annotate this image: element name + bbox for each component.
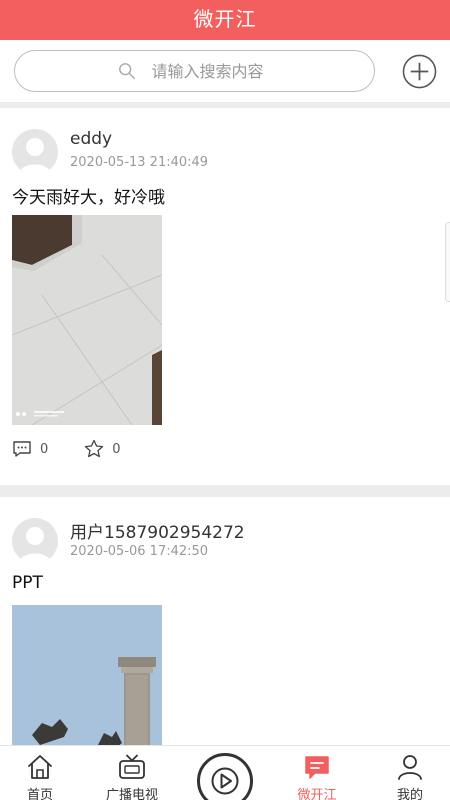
like-count: 0	[112, 441, 121, 457]
search-bar	[0, 40, 450, 102]
post-username[interactable]: 用户1587902954272	[70, 518, 245, 543]
tab-play-button[interactable]	[197, 753, 253, 800]
like-button[interactable]: 0	[84, 439, 121, 459]
message-icon	[305, 756, 329, 779]
post-image[interactable]	[12, 605, 162, 755]
post-time: 2020-05-06 17:42:50	[70, 544, 209, 559]
user-icon	[398, 755, 422, 780]
header-bar: 微开江	[0, 0, 450, 40]
avatar-placeholder-icon	[18, 138, 52, 175]
add-post-button[interactable]	[402, 54, 437, 89]
tab-home[interactable]: 首页	[5, 754, 75, 800]
search-icon	[118, 63, 135, 79]
avatar[interactable]	[12, 518, 58, 564]
post-actions: 0 0	[12, 439, 157, 459]
post-content: PPT	[12, 573, 43, 593]
play-icon	[211, 767, 239, 795]
tab-home-label: 首页	[26, 788, 53, 800]
comment-button[interactable]: 0	[12, 440, 48, 458]
post-content: 今天雨好大，好冷哦	[12, 188, 165, 208]
search-input[interactable]	[151, 61, 272, 81]
tv-icon	[119, 754, 145, 779]
tab-mine-label: 我的	[396, 788, 423, 800]
search-box[interactable]	[14, 50, 375, 92]
side-drawer-handle[interactable]	[445, 222, 450, 302]
tab-weikaijiang[interactable]: 微开江	[282, 754, 352, 800]
bottom-tab-bar: 首页 广播电视 微开江 我的	[0, 745, 450, 800]
comment-icon	[13, 441, 31, 457]
tab-broadcast-tv[interactable]: 广播电视	[97, 754, 167, 800]
post-image[interactable]	[12, 215, 162, 425]
star-icon	[85, 439, 104, 458]
tab-weikaijiang-label: 微开江	[297, 788, 337, 800]
post-username[interactable]: eddy	[70, 129, 112, 149]
avatar-placeholder-icon	[18, 527, 52, 564]
app-screen: 微开江 eddy 2020-05-13 21:40:49 今天雨好大，好冷哦	[0, 0, 450, 800]
monument-photo	[12, 605, 162, 755]
post-card[interactable]: eddy 2020-05-13 21:40:49 今天雨好大，好冷哦 0 0	[0, 108, 450, 485]
home-icon	[28, 755, 52, 779]
avatar[interactable]	[12, 129, 58, 175]
page-title: 微开江	[193, 6, 257, 31]
floor-photo	[12, 215, 162, 425]
tab-mine[interactable]: 我的	[375, 754, 445, 800]
post-time: 2020-05-13 21:40:49	[70, 155, 209, 170]
tab-broadcast-tv-label: 广播电视	[105, 788, 158, 800]
comment-count: 0	[40, 441, 49, 457]
post-card[interactable]: 用户1587902954272 2020-05-06 17:42:50 PPT	[0, 497, 450, 757]
divider	[0, 485, 450, 497]
